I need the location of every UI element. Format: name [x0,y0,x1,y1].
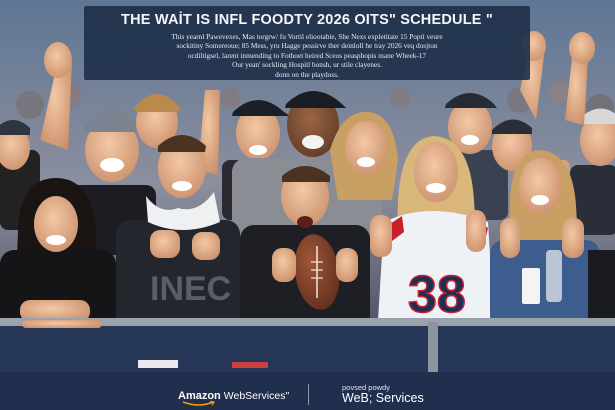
sponsor-footer: Amazon WebServices" povsed powdy WeB; Se… [0,372,615,410]
body-line: donn on the playdoss. [275,69,339,79]
web-services-text: WebServices" [223,390,290,402]
amazon-wordmark: Amazon [178,390,221,406]
jersey-number: 38 [408,266,466,324]
amazon-smile-icon [182,401,215,406]
sponsor-logo-right: povsed powdy WeB; Services [342,383,424,405]
body-line: ocdiltigsel, larent inmending to Fothoet… [187,50,427,60]
sponsor-logo-left: Amazon WebServices" [178,390,289,406]
body-line: sockitiny Somereoue; 85 Mess, yru Hagge … [176,41,438,51]
svg-text:INEC: INEC [150,270,231,308]
body-line: This yearnl Pawevexes, Mas torgrw/ fu Vo… [171,32,443,41]
headline-banner: THE WAİT IS INFL FOODTY 2026 OITS" SCHED… [84,6,530,80]
body-copy: This yearnl Pawevexes, Mas torgrw/ fu Vo… [124,32,490,79]
sponsor-divider [308,384,309,405]
body-line: Our yean' sockling Hospitl bonsh, ur sti… [232,60,382,70]
headline: THE WAİT IS INFL FOODTY 2026 OITS" SCHED… [121,12,493,28]
web-services-right-text: WeB; Services [342,391,424,405]
